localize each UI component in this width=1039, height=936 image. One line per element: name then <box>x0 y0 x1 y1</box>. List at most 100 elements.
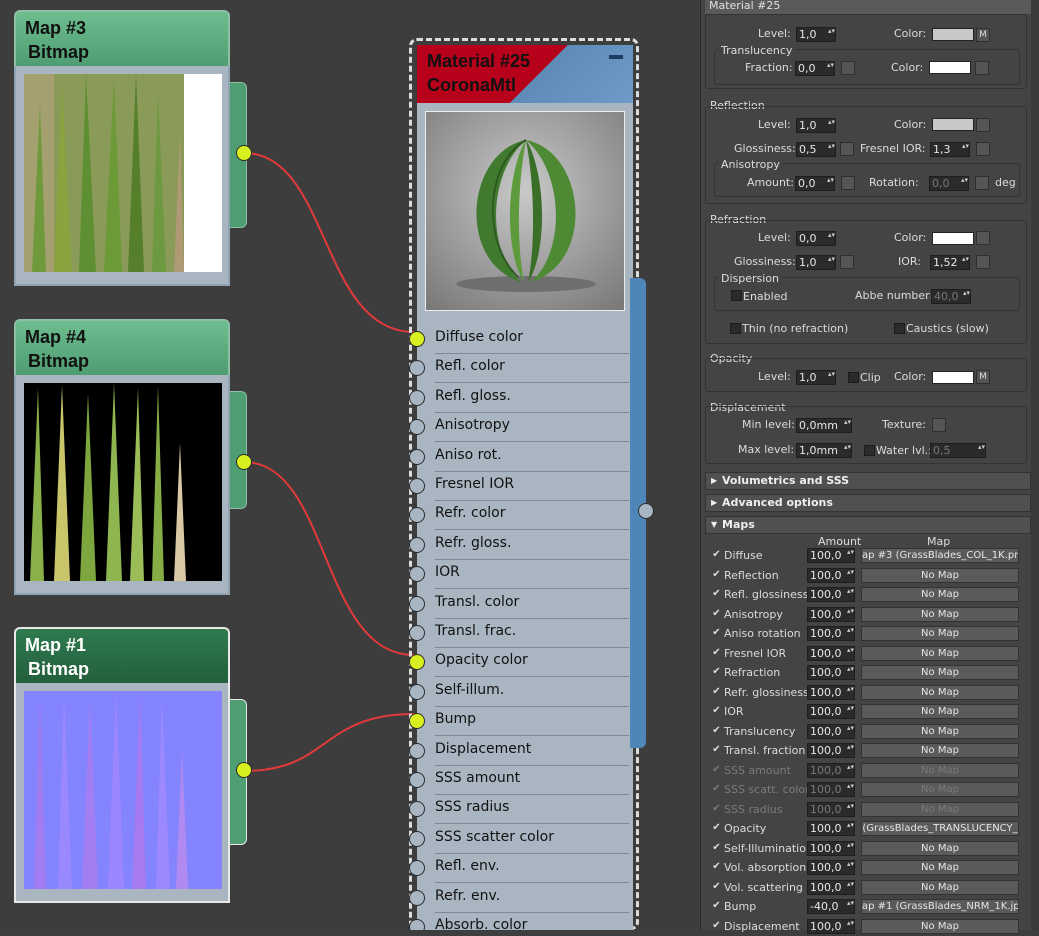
slot-input-socket[interactable] <box>409 860 425 877</box>
map-enable-checkbox[interactable]: ✔ <box>711 686 722 698</box>
map-enable-checkbox[interactable]: ✔ <box>711 706 722 717</box>
material-slot[interactable]: Aniso rot. <box>409 443 633 472</box>
map-amount-spinner[interactable]: 100,0 <box>807 548 855 563</box>
translucency-map-button[interactable] <box>975 61 989 75</box>
map-amount-spinner[interactable]: 100,0 <box>807 879 855 895</box>
aniso-rotation-map-button[interactable] <box>975 176 989 190</box>
rollout-advanced-options[interactable]: ▶ Advanced options <box>705 494 1031 512</box>
slot-input-socket[interactable] <box>409 331 425 347</box>
map-amount-spinner[interactable]: 100,0 <box>807 821 855 836</box>
map-slot-button[interactable]: No Map <box>861 743 1019 758</box>
opacity-color-swatch[interactable] <box>932 371 974 384</box>
material-slot[interactable]: SSS amount <box>409 766 633 795</box>
slot-input-socket[interactable] <box>409 625 425 641</box>
material-slot[interactable]: SSS radius <box>409 795 633 825</box>
map-enable-checkbox[interactable]: ✔ <box>711 725 722 737</box>
map-slot-button[interactable]: No Map <box>861 704 1019 719</box>
dispersion-enabled-checkbox[interactable] <box>731 290 742 301</box>
map-enable-checkbox[interactable]: ✔ <box>711 803 722 815</box>
material-slot[interactable]: Self-illum. <box>409 678 633 707</box>
map-slot-button[interactable]: No Map <box>861 665 1019 680</box>
map-enable-checkbox[interactable]: ✔ <box>711 862 722 873</box>
fresnel-map-button[interactable] <box>976 142 990 156</box>
slot-input-socket[interactable] <box>409 536 425 553</box>
map-slot-button[interactable]: No Map <box>861 762 1019 778</box>
map-slot-button[interactable]: No Map <box>861 918 1019 934</box>
panel-scrollbar[interactable] <box>1031 0 1039 930</box>
slot-input-socket[interactable] <box>409 654 425 671</box>
water-level-checkbox[interactable] <box>864 445 875 456</box>
map-slot-button[interactable]: (GrassBlades_TRANSLUCENCY_ <box>861 821 1019 836</box>
map-amount-spinner[interactable]: 100,0 <box>807 606 855 622</box>
diffuse-map-button[interactable]: M <box>976 28 990 42</box>
bitmap-node-map3[interactable]: Map #3 Bitmap <box>14 10 252 286</box>
rollout-volumetrics[interactable]: ▶ Volumetrics and SSS <box>705 472 1031 490</box>
map-enable-checkbox[interactable]: ✔ <box>711 550 722 561</box>
map-enable-checkbox[interactable]: ✔ <box>711 901 722 912</box>
material-slot[interactable]: Refr. color <box>409 501 633 531</box>
opacity-level-spinner[interactable]: 1,0 <box>796 370 836 385</box>
aniso-amount-spinner[interactable]: 0,0 <box>795 176 835 191</box>
slot-input-socket[interactable] <box>409 448 425 465</box>
ior-map-button[interactable] <box>976 255 990 269</box>
slot-input-socket[interactable] <box>409 801 425 818</box>
material-output-socket[interactable] <box>638 503 654 519</box>
refr-color-swatch[interactable] <box>932 232 974 245</box>
map-amount-spinner[interactable]: 100,0 <box>807 645 855 661</box>
slot-input-socket[interactable] <box>409 713 425 730</box>
node-editor-canvas[interactable]: Map #3 Bitmap Map #4 Bitmap Map #1 Bitma… <box>0 0 700 930</box>
map-amount-spinner[interactable]: -40,0 <box>807 899 855 914</box>
fraction-map-button[interactable] <box>841 61 855 75</box>
map-slot-button[interactable]: No Map <box>861 860 1019 875</box>
output-socket[interactable] <box>236 454 252 470</box>
map-amount-spinner[interactable]: 100,0 <box>807 723 855 739</box>
slot-input-socket[interactable] <box>409 389 425 406</box>
output-socket[interactable] <box>236 762 252 778</box>
thin-checkbox[interactable] <box>730 323 741 334</box>
map-enable-checkbox[interactable]: ✔ <box>711 745 722 756</box>
refl-gloss-spinner[interactable]: 0,5 <box>796 142 836 157</box>
map-slot-button[interactable]: No Map <box>861 684 1019 700</box>
aniso-rotation-spinner[interactable]: 0,0 <box>929 176 969 191</box>
material-slot[interactable]: Transl. frac. <box>409 619 633 648</box>
material-slot[interactable]: Refl. env. <box>409 854 633 884</box>
disp-max-spinner[interactable]: 1,0mm <box>796 443 852 458</box>
material-node-header[interactable]: Material #25 CoronaMtl <box>417 45 633 103</box>
map-enable-checkbox[interactable]: ✔ <box>711 823 722 834</box>
slot-input-socket[interactable] <box>409 919 425 930</box>
material-slot[interactable]: SSS scatter color <box>409 825 633 854</box>
abbe-spinner[interactable]: 40,0 <box>931 289 971 304</box>
material-slot[interactable]: Bump <box>409 707 633 737</box>
map-amount-spinner[interactable]: 100,0 <box>807 665 855 680</box>
node-header[interactable]: Map #4 Bitmap <box>14 319 230 375</box>
material-slot[interactable]: Refr. env. <box>409 884 633 913</box>
fresnel-spinner[interactable]: 1,3 <box>930 142 970 157</box>
slot-input-socket[interactable] <box>409 419 425 436</box>
slot-input-socket[interactable] <box>409 507 425 524</box>
map-amount-spinner[interactable]: 100,0 <box>807 704 855 719</box>
material-slot[interactable]: Fresnel IOR <box>409 472 633 501</box>
map-amount-spinner[interactable]: 100,0 <box>807 684 855 700</box>
refl-level-spinner[interactable]: 1,0 <box>796 118 836 133</box>
map-slot-button[interactable]: No Map <box>861 840 1019 856</box>
ior-spinner[interactable]: 1,52 <box>930 255 970 270</box>
refr-map-button[interactable] <box>976 231 990 245</box>
map-enable-checkbox[interactable]: ✔ <box>711 647 722 659</box>
refr-gloss-spinner[interactable]: 1,0 <box>796 255 836 270</box>
diffuse-color-swatch[interactable] <box>932 28 974 41</box>
map-enable-checkbox[interactable]: ✔ <box>711 608 722 620</box>
map-enable-checkbox[interactable]: ✔ <box>711 589 722 600</box>
map-slot-button[interactable]: ap #1 (GrassBlades_NRM_1K.jpg <box>861 899 1019 914</box>
map-enable-checkbox[interactable]: ✔ <box>711 784 722 795</box>
material-slot[interactable]: Refl. color <box>409 354 633 384</box>
water-level-spinner[interactable]: 0,5 <box>930 443 986 458</box>
material-slot[interactable]: Refl. gloss. <box>409 384 633 413</box>
bitmap-node-map1[interactable]: Map #1 Bitmap <box>14 627 252 903</box>
node-header[interactable]: Map #1 Bitmap <box>14 627 230 683</box>
slot-input-socket[interactable] <box>409 360 425 377</box>
map-slot-button[interactable]: ap #3 (GrassBlades_COL_1K.png <box>861 548 1019 563</box>
map-amount-spinner[interactable]: 100,0 <box>807 567 855 583</box>
map-slot-button[interactable]: No Map <box>861 879 1019 895</box>
map-amount-spinner[interactable]: 100,0 <box>807 840 855 856</box>
aniso-amount-map-button[interactable] <box>841 176 855 190</box>
